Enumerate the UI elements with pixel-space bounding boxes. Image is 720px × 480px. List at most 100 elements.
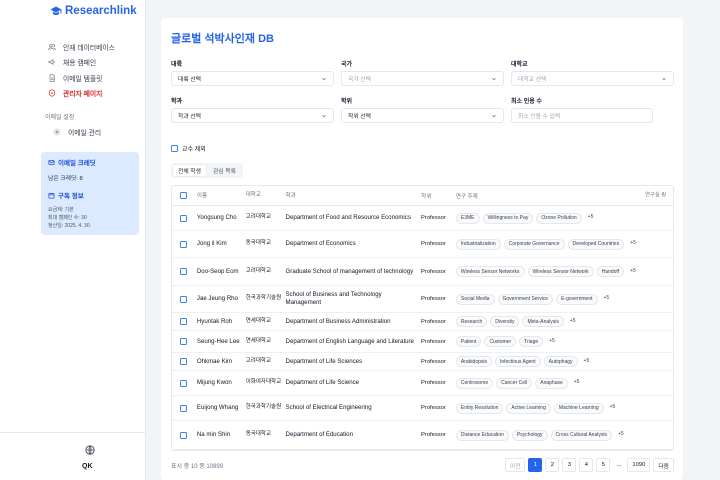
- logo-text: Researchlink: [65, 5, 137, 17]
- more-topics-badge[interactable]: +5: [585, 213, 597, 224]
- topic-chip: Distance Education: [455, 429, 509, 441]
- degree-value: Professor: [421, 380, 446, 386]
- select-all-checkbox[interactable]: [179, 192, 187, 199]
- next-page-button[interactable]: 다음: [653, 458, 674, 472]
- degree-value: Professor: [421, 215, 446, 221]
- university-name: 연세대학교: [245, 337, 272, 344]
- row-checkbox[interactable]: [179, 338, 187, 345]
- sidebar-item-email-templates[interactable]: 이메일 템플릿: [0, 70, 146, 86]
- exclude-professor-option[interactable]: 교수 제외: [171, 144, 206, 153]
- tab-watchlist[interactable]: 관심 목록: [208, 165, 241, 176]
- last-page-button[interactable]: 1090: [627, 458, 651, 472]
- university-name: 고려대학교: [245, 214, 272, 221]
- renewal-date-text: 정산일: 2025. 4. 30.: [48, 223, 91, 229]
- topic-chips: E3ME Willingness to Pay Ozone Pollution +5: [455, 212, 645, 224]
- topic-chips: Distance Education Psychology Cross Cultur…: [455, 429, 645, 441]
- region-label: 대륙: [171, 62, 183, 68]
- col-degree: 학위: [421, 194, 432, 200]
- topic-chip: Social Media: [455, 293, 495, 305]
- row-checkbox[interactable]: [179, 318, 187, 325]
- sidebar-item-label: 채용 캠페인: [63, 60, 97, 68]
- table-row[interactable]: Yongsung Cho 고려대학교 Department of Food and …: [172, 206, 673, 231]
- degree-value: Professor: [421, 358, 446, 365]
- view-tabs: 전체 학생 관심 목록: [171, 163, 243, 178]
- table-row[interactable]: Doo-Seop Eom 고려대학교 Graduate School of mana…: [172, 258, 673, 286]
- col-topics: 연구 주제: [455, 193, 478, 200]
- topic-chip: Active Learning: [506, 402, 551, 414]
- table-row[interactable]: Ohkmae Kim 고려대학교 Department of Life Scienc…: [172, 353, 673, 371]
- min-citations-input[interactable]: 최소 인용 수 입력: [511, 108, 653, 123]
- table-row[interactable]: Euijong Whang 한국과학기술원 School of Electrical…: [172, 396, 673, 421]
- more-topics-badge[interactable]: +5: [627, 266, 639, 277]
- researcher-name: Yongsung Cho: [196, 214, 237, 221]
- more-topics-badge[interactable]: +5: [627, 239, 639, 250]
- topic-chips: Research Diversity Meta-Analysis +5: [455, 316, 645, 327]
- page-button[interactable]: 5: [596, 458, 611, 472]
- degree-select[interactable]: 학위 선택: [341, 108, 504, 123]
- table-row[interactable]: Na min Shin 동국대학교 Department of Education P…: [172, 421, 673, 450]
- topic-chip: Triage: [519, 336, 544, 347]
- sidebar-item-campaigns[interactable]: 채용 캠페인: [0, 55, 146, 71]
- pagination: 이전 1 2 3 4 5 ... 1090 다음: [504, 458, 674, 472]
- more-topics-badge[interactable]: +5: [615, 430, 627, 441]
- topic-chip: Wireless Sensor Networks: [455, 266, 525, 277]
- sidebar-divider: [0, 432, 146, 433]
- row-checkbox[interactable]: [179, 431, 187, 439]
- sidebar-item-email-management[interactable]: 이메일 관리: [0, 124, 101, 140]
- university-select[interactable]: 대학교 선택: [511, 71, 674, 86]
- prev-page-button[interactable]: 이전: [504, 458, 526, 472]
- more-topics-badge[interactable]: +5: [601, 294, 613, 305]
- row-checkbox[interactable]: [179, 404, 187, 412]
- tab-all-students[interactable]: 전체 학생: [173, 165, 206, 176]
- degree-value: Professor: [421, 432, 446, 438]
- sidebar-item-admin[interactable]: 관리자 페이지: [0, 86, 146, 102]
- chevron-down-icon: [661, 76, 667, 82]
- row-checkbox[interactable]: [179, 214, 187, 222]
- department-select[interactable]: 학과 선택: [171, 108, 334, 123]
- table-row[interactable]: Hyuntak Roh 연세대학교 Department of Business A…: [172, 313, 673, 331]
- department-name: Department of Life Sciences: [285, 357, 363, 365]
- sidebar-item-label: 이메일 관리: [68, 129, 102, 137]
- university-name: 한국과학기술원: [245, 404, 282, 411]
- globe-icon[interactable]: [85, 442, 95, 455]
- department-name: Graduate School of management of technol…: [285, 267, 414, 275]
- topic-chip: Industrialization: [455, 238, 501, 250]
- sidebar-item-talent-db[interactable]: 인재 데이터베이스: [0, 39, 146, 55]
- topic-chip: Patient: [455, 336, 482, 347]
- logo[interactable]: Researchlink: [50, 5, 137, 17]
- more-topics-badge[interactable]: +5: [546, 336, 558, 347]
- row-checkbox[interactable]: [179, 295, 187, 303]
- topic-chips: Centrosome Cancer Cell Anaphase +5: [455, 377, 645, 389]
- exclude-professor-label: 교수 제외: [182, 147, 206, 153]
- row-checkbox[interactable]: [179, 358, 187, 365]
- more-topics-badge[interactable]: +5: [567, 316, 579, 327]
- topic-chip: Centrosome: [455, 377, 494, 389]
- region-select[interactable]: 대륙 선택: [171, 71, 334, 86]
- department-name: Department of Food and Resource Economic…: [285, 214, 411, 221]
- more-topics-badge[interactable]: +5: [571, 378, 583, 389]
- more-topics-badge[interactable]: +5: [607, 403, 619, 414]
- university-name: 고려대학교: [245, 267, 272, 274]
- page-button[interactable]: 2: [545, 458, 560, 472]
- row-checkbox[interactable]: [179, 379, 187, 387]
- page-button[interactable]: 4: [579, 458, 594, 472]
- chevron-down-icon: [321, 76, 327, 82]
- table-row[interactable]: Jae Jeung Rho 한국과학기술원 School of Business a…: [172, 286, 673, 313]
- row-checkbox[interactable]: [179, 268, 187, 275]
- table-row[interactable]: Mijung Kwon 이화여자대학교 Department of Life Sci…: [172, 371, 673, 396]
- col-name: 이름: [196, 192, 208, 199]
- page-button[interactable]: 3: [562, 458, 577, 472]
- researcher-name: Na min Shin: [196, 431, 231, 438]
- country-select[interactable]: 국가 선택: [341, 71, 504, 86]
- avatar[interactable]: QK: [82, 463, 93, 470]
- table-row[interactable]: Jong il Kim 동국대학교 Department of Economics P…: [172, 231, 673, 258]
- page-button[interactable]: 1: [528, 458, 543, 472]
- department-name: Department of Business Administration: [285, 317, 391, 325]
- topic-chip: Infectious Agent: [495, 356, 541, 367]
- table-row[interactable]: Seung-Hee Lee 연세대학교 Department of English …: [172, 331, 673, 353]
- more-topics-badge[interactable]: +5: [581, 356, 593, 367]
- exclude-professor-checkbox[interactable]: [171, 145, 178, 152]
- topic-chip: Corporate Governance: [503, 238, 565, 250]
- page-title: 글로벌 석박사인재 DB: [171, 33, 274, 45]
- row-checkbox[interactable]: [179, 240, 187, 248]
